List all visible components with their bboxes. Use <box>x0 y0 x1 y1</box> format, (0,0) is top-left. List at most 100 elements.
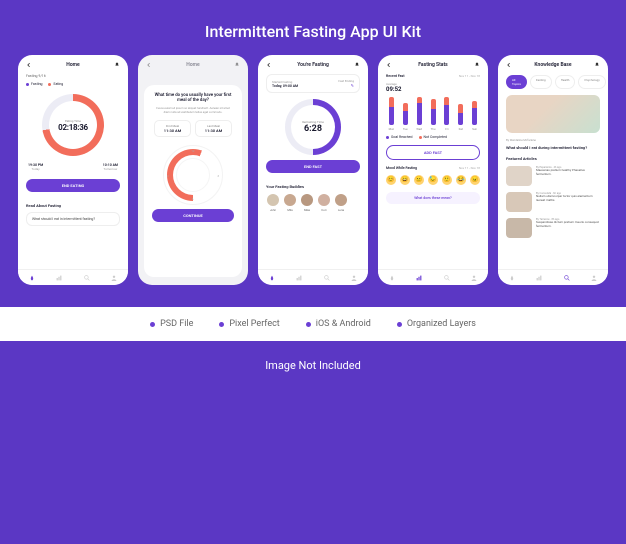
bell-icon[interactable] <box>354 62 360 68</box>
article-row[interactable]: By Esperanza · 4h agoMaecenas pretium he… <box>498 163 608 189</box>
ring-time: 02:18:36 <box>58 123 88 132</box>
nav-search-icon[interactable] <box>444 275 450 281</box>
clock-picker[interactable]: 12 3 6 9 <box>163 145 223 205</box>
mood-label: Mood While Fasting <box>386 166 417 170</box>
bell-icon[interactable] <box>474 62 480 68</box>
chip-health[interactable]: Health <box>555 75 576 89</box>
bell-icon[interactable] <box>114 62 120 68</box>
emoji-row: 😊 😄 😐 😓 🙂 😂 😠 <box>378 172 488 188</box>
chip-psych[interactable]: Psychology <box>578 75 605 89</box>
emoji-neutral-icon[interactable]: 😐 <box>414 175 424 185</box>
screen-title: Fasting Stats <box>418 62 447 68</box>
chip-fasting[interactable]: Fasting <box>530 75 552 89</box>
feature-item: Pixel Perfect <box>219 319 279 329</box>
article-row[interactable]: By Consolata · 6h agoNullam ullamcorper … <box>498 189 608 215</box>
nav-search-icon[interactable] <box>84 275 90 281</box>
bullet-icon <box>150 322 155 327</box>
started-card: Started FastingToday, 09:00 AM Fast Endi… <box>266 74 360 93</box>
avatar <box>301 194 313 206</box>
back-icon[interactable] <box>386 62 392 68</box>
emoji-grin-icon[interactable]: 😄 <box>400 175 410 185</box>
nav-search-icon[interactable] <box>324 275 330 281</box>
legend-not: Not Completed <box>419 135 448 139</box>
recent-label: Recent Fast <box>386 74 405 78</box>
nav-search-icon[interactable] <box>564 275 570 281</box>
edit-icon[interactable]: ✎ <box>338 83 354 88</box>
avatar <box>318 194 330 206</box>
chip-row: All Topics Fasting Health Psychology <box>498 72 608 92</box>
hero-meta: By Wendeline Mcfarlene <box>498 136 608 144</box>
end-eating-button[interactable]: END EATING <box>26 179 120 192</box>
hero-title: What should I eat during intermittent fa… <box>498 144 608 153</box>
screen-title: Knowledge Base <box>534 62 571 68</box>
fasting-counter: Fasting 9/16 <box>18 72 128 80</box>
buddy[interactable]: Kori <box>317 194 331 212</box>
bar-label: Sun <box>472 127 477 131</box>
article-thumb <box>506 166 532 186</box>
emoji-smile-icon[interactable]: 🙂 <box>442 175 452 185</box>
first-meal-box[interactable]: First Meal11:30 AM <box>154 120 191 137</box>
modal-question: What time do you usually have your first… <box>150 91 236 105</box>
continue-button[interactable]: CONTINUE <box>152 209 234 222</box>
bar-chart: MonTueWedThuFriSatSun <box>378 95 488 133</box>
article-row[interactable]: By Terrence · 8h agoSuspendisse dictum p… <box>498 215 608 241</box>
buddy[interactable]: John <box>266 194 280 212</box>
bar-label: Wed <box>416 127 422 131</box>
back-icon[interactable] <box>266 62 272 68</box>
buddies-list: John Mila Mike Kori Luna <box>258 191 368 215</box>
feature-item: iOS & Android <box>306 319 371 329</box>
featured-heading: Featured Articles <box>498 153 608 163</box>
nav-profile-icon[interactable] <box>351 275 357 281</box>
avatar <box>335 194 347 206</box>
bottom-nav <box>498 269 608 285</box>
average-block: Average09:52 <box>378 80 488 95</box>
nav-home-icon[interactable] <box>509 275 515 281</box>
buddy[interactable]: Luna <box>334 194 348 212</box>
start-time: 19:30 PMToday <box>28 163 43 171</box>
nav-profile-icon[interactable] <box>471 275 477 281</box>
image-not-included-text: Image Not Included <box>0 341 626 390</box>
buddy[interactable]: Mike <box>300 194 314 212</box>
emoji-angry-icon[interactable]: 😠 <box>470 175 480 185</box>
bell-icon[interactable] <box>594 62 600 68</box>
bar-label: Fri <box>445 127 448 131</box>
feature-item: Organized Layers <box>397 319 476 329</box>
back-icon <box>146 62 152 68</box>
emoji-happy-icon[interactable]: 😊 <box>386 175 396 185</box>
hero-image[interactable] <box>506 95 600 133</box>
legend-fasting: Fasting <box>26 82 42 86</box>
emoji-tired-icon[interactable]: 😓 <box>428 175 438 185</box>
nav-stats-icon[interactable] <box>536 275 542 281</box>
bar-label: Mon <box>389 127 395 131</box>
chip-all[interactable]: All Topics <box>506 75 527 89</box>
article-card[interactable]: What should I eat in intermittent fastin… <box>26 212 120 226</box>
nav-stats-icon[interactable] <box>296 275 302 281</box>
nav-home-icon[interactable] <box>29 275 35 281</box>
modal: What time do you usually have your first… <box>144 85 242 277</box>
back-icon[interactable] <box>506 62 512 68</box>
feature-item: PSD File <box>150 319 193 329</box>
nav-stats-icon[interactable] <box>416 275 422 281</box>
screen-knowledge: Knowledge Base All Topics Fasting Health… <box>498 55 608 285</box>
last-meal-box[interactable]: Last Meal11:30 AM <box>195 120 232 137</box>
bar-label: Thu <box>431 127 436 131</box>
nav-stats-icon[interactable] <box>56 275 62 281</box>
screen-title: Home <box>66 62 79 68</box>
nav-home-icon[interactable] <box>389 275 395 281</box>
add-fast-button[interactable]: ADD FAST <box>386 145 480 160</box>
bar-column: Sun <box>469 101 480 131</box>
avatar <box>267 194 279 206</box>
back-icon[interactable] <box>26 62 32 68</box>
insight-button[interactable]: What does these mean? <box>386 192 480 204</box>
nav-home-icon[interactable] <box>269 275 275 281</box>
nav-profile-icon[interactable] <box>111 275 117 281</box>
emoji-laugh-icon[interactable]: 😂 <box>456 175 466 185</box>
date-range: Nov 11 - Nov 18 <box>459 74 480 78</box>
end-fast-button[interactable]: END FAST <box>266 160 360 173</box>
nav-profile-icon[interactable] <box>591 275 597 281</box>
buddy[interactable]: Mila <box>283 194 297 212</box>
ring-time: 6:28 <box>304 124 322 134</box>
bottom-nav <box>258 269 368 285</box>
bar-label: Tue <box>403 127 408 131</box>
bullet-icon <box>306 322 311 327</box>
